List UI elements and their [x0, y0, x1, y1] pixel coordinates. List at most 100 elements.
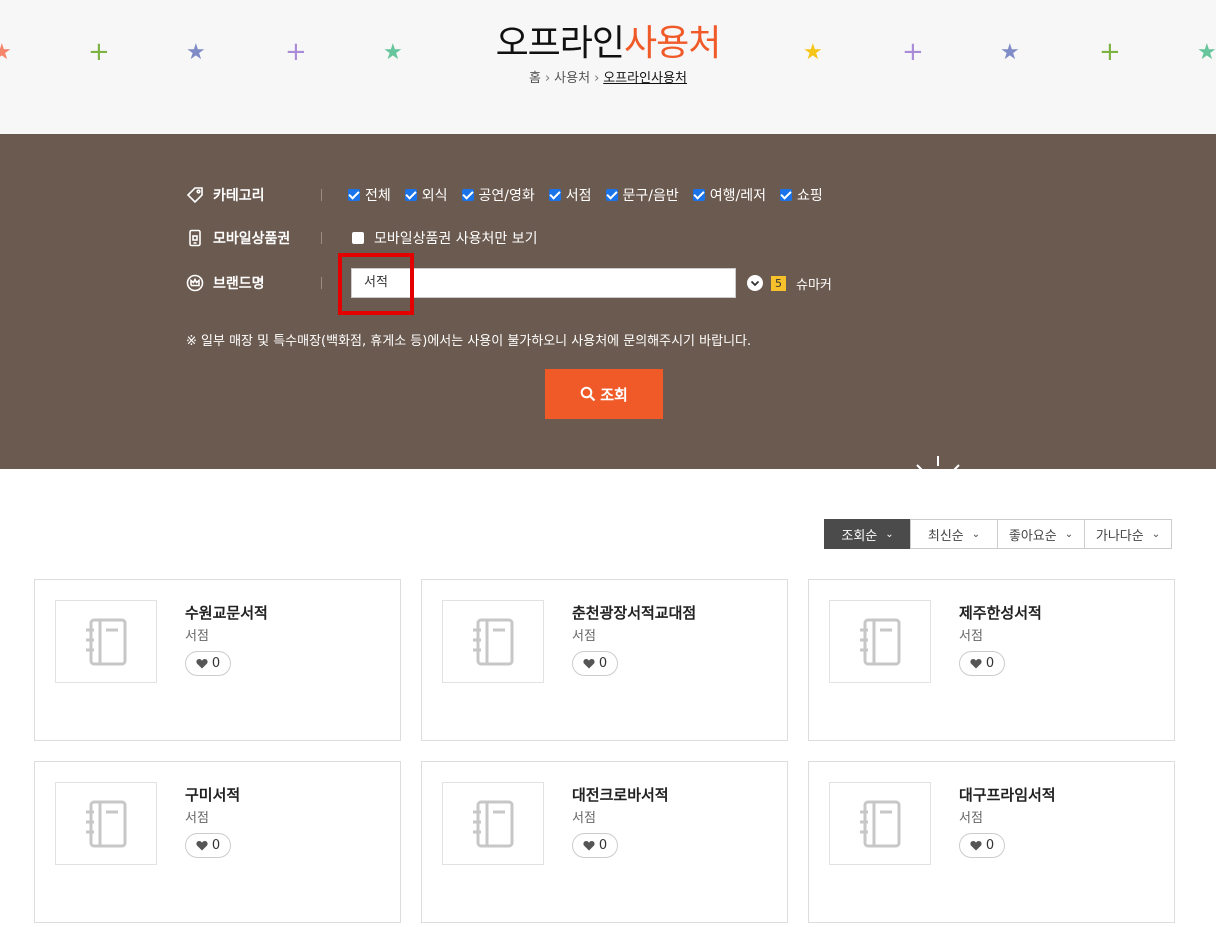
mobile-filter-row: 모바일상품권 모바일상품권 사용처만 보기	[186, 228, 551, 248]
store-category: 서점	[959, 629, 983, 644]
chevron-down-icon: ⌄	[1064, 528, 1074, 540]
store-name[interactable]: 춘천광장서적교대점	[572, 602, 696, 623]
chevron-down-icon: ⌄	[971, 528, 981, 540]
checkbox-label: 외식	[421, 188, 448, 204]
breadcrumb-usage[interactable]: 사용처	[554, 71, 590, 86]
book-icon	[86, 618, 127, 665]
like-button[interactable]: 0	[959, 833, 1005, 858]
heart-icon[interactable]	[583, 840, 595, 851]
checkbox-label: 서점	[565, 188, 592, 204]
checkbox-performance[interactable]: 공연/영화	[461, 185, 535, 205]
checkbox-mobile-only[interactable]: 모바일상품권 사용처만 보기	[352, 228, 537, 248]
checkbox-dining[interactable]: 외식	[404, 185, 448, 205]
page-title-accent: 사용처	[624, 23, 721, 64]
sort-tab-label: 최신순	[927, 528, 964, 544]
like-button[interactable]: 0	[572, 833, 618, 858]
store-thumbnail	[829, 782, 931, 865]
divider	[321, 277, 322, 289]
sort-tab-latest[interactable]: 최신순 ⌄	[910, 519, 998, 549]
divider	[321, 232, 322, 244]
book-icon	[86, 800, 127, 847]
store-name[interactable]: 수원교문서적	[185, 602, 268, 623]
checkbox-bookstore[interactable]: 서점	[548, 185, 592, 205]
store-thumbnail	[442, 782, 544, 865]
checkbox-icon[interactable]	[548, 189, 561, 201]
like-count: 0	[985, 656, 995, 671]
checkbox-icon[interactable]	[404, 189, 417, 201]
store-name[interactable]: 구미서적	[185, 784, 240, 805]
store-card[interactable]: 제주한성서적서점 0	[808, 579, 1175, 741]
store-category: 서점	[185, 811, 209, 826]
store-category: 서점	[185, 629, 209, 644]
search-icon	[580, 386, 596, 402]
breadcrumb: 홈 › 사용처 › 오프라인사용처	[0, 67, 1216, 86]
sort-tab-label: 가나다순	[1095, 528, 1144, 544]
sort-tab-views[interactable]: 조회순 ⌄	[824, 519, 911, 549]
store-card[interactable]: 구미서적서점 0	[34, 761, 401, 923]
checkbox-all[interactable]: 전체	[348, 185, 391, 205]
checkbox-icon[interactable]	[605, 189, 618, 201]
checkbox-icon[interactable]	[348, 189, 360, 201]
store-name[interactable]: 대구프라임서적	[959, 784, 1056, 805]
checkbox-label: 전체	[365, 188, 391, 204]
brand-label-text: 브랜드명	[213, 276, 265, 292]
store-card[interactable]: 대전크로바서적서점 0	[421, 761, 788, 923]
search-button-label: 조회	[600, 386, 628, 404]
store-thumbnail	[55, 600, 157, 683]
heart-icon[interactable]	[196, 658, 208, 669]
heart-icon[interactable]	[970, 840, 982, 851]
mobile-voucher-icon	[189, 229, 201, 247]
store-thumbnail	[55, 782, 157, 865]
checkbox-label: 여행/레저	[709, 188, 767, 204]
heart-icon[interactable]	[583, 658, 595, 669]
like-button[interactable]: 0	[959, 651, 1005, 676]
rank-badge: 5	[771, 275, 786, 291]
checkbox-label: 공연/영화	[478, 188, 535, 204]
store-thumbnail	[829, 600, 931, 683]
store-category: 서점	[572, 811, 596, 826]
checkbox-icon[interactable]	[352, 232, 364, 244]
page-title-main: 오프라인	[495, 23, 625, 64]
notice-text: ※ 일부 매장 및 특수매장(백화점, 휴게소 등)에서는 사용이 불가하오니 …	[186, 334, 752, 349]
like-button[interactable]: 0	[185, 833, 231, 858]
like-count: 0	[211, 838, 221, 853]
chevron-down-icon[interactable]	[747, 275, 763, 291]
checkbox-icon[interactable]	[692, 189, 705, 201]
checkbox-shopping[interactable]: 쇼핑	[780, 185, 823, 205]
checkbox-label: 모바일상품권 사용처만 보기	[374, 231, 538, 247]
store-category: 서점	[572, 629, 596, 644]
checkbox-icon[interactable]	[780, 189, 793, 201]
book-icon	[860, 800, 901, 847]
breadcrumb-current[interactable]: 오프라인사용처	[603, 71, 687, 86]
like-count: 0	[598, 656, 608, 671]
checkbox-travel[interactable]: 여행/레저	[692, 185, 767, 205]
store-card[interactable]: 대구프라임서적 서점 0	[808, 761, 1175, 923]
checkbox-stationery[interactable]: 문구/음반	[605, 185, 679, 205]
sort-tab-likes[interactable]: 좋아요순 ⌄	[997, 519, 1085, 549]
store-card[interactable]: 춘천광장서적교대점서점 0	[421, 579, 788, 741]
store-name[interactable]: 제주한성서적	[959, 602, 1042, 623]
like-button[interactable]: 0	[185, 651, 231, 676]
sort-tab-label: 좋아요순	[1008, 528, 1057, 544]
divider	[321, 189, 322, 201]
sort-tab-alphabetical[interactable]: 가나다순 ⌄	[1084, 519, 1172, 549]
mobile-label-text: 모바일상품권	[213, 231, 291, 247]
chevron-down-icon: ⌄	[885, 528, 894, 540]
chevron-down-icon: ⌄	[1151, 528, 1161, 540]
search-button[interactable]: 조회	[545, 369, 663, 419]
sort-tabs: 조회순 ⌄ 최신순 ⌄ 좋아요순 ⌄ 가나다순 ⌄	[824, 519, 1172, 549]
heart-icon[interactable]	[970, 658, 982, 669]
rank-suggestion[interactable]: 슈마커	[796, 274, 832, 293]
book-icon	[473, 800, 514, 847]
like-button[interactable]: 0	[572, 651, 618, 676]
page-header: ★ + ★ + ★ ★ + ★ + ★ 오프라인사용처 홈 › 사용처 › 오프라인사용…	[0, 0, 1216, 134]
heart-icon[interactable]	[196, 840, 208, 851]
checkbox-icon[interactable]	[461, 189, 474, 201]
brand-filter-row: 브랜드명 서적 5 슈마커	[186, 268, 832, 298]
book-icon	[473, 618, 514, 665]
breadcrumb-home[interactable]: 홈	[529, 71, 541, 86]
store-card[interactable]: 수원교문서적서점 0	[34, 579, 401, 741]
store-name[interactable]: 대전크로바서적	[572, 784, 669, 805]
store-thumbnail	[442, 600, 544, 683]
category-label-text: 카테고리	[213, 188, 265, 204]
